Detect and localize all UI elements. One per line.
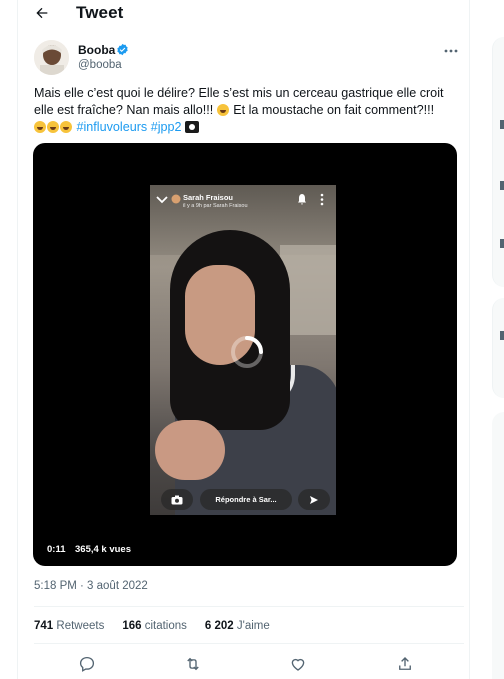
snap-subtitle: il y a 9h par Sarah Fraisou bbox=[183, 203, 248, 209]
send-icon bbox=[310, 495, 318, 504]
more-vertical-icon bbox=[320, 193, 324, 206]
retweets-stat[interactable]: 741 Retweets bbox=[34, 620, 104, 632]
snap-username: Sarah Fraisou bbox=[183, 193, 234, 202]
loading-spinner-icon bbox=[231, 336, 263, 368]
sidebar bbox=[470, 0, 504, 679]
avatar[interactable] bbox=[34, 40, 69, 75]
laughing-emoji-icon bbox=[34, 121, 46, 133]
retweet-icon[interactable] bbox=[184, 655, 202, 673]
quotes-stat[interactable]: 166 citations bbox=[122, 620, 187, 632]
pirate-flag-emoji-icon bbox=[185, 121, 200, 133]
page-title: Tweet bbox=[76, 3, 124, 22]
video-views: 365,4 k vues bbox=[75, 544, 131, 555]
snap-header: Sarah Fraisou il y a 9h par Sarah Fraiso… bbox=[150, 185, 336, 215]
video-player[interactable]: Sarah Fraisou il y a 9h par Sarah Fraiso… bbox=[33, 143, 457, 566]
tweet-actions bbox=[34, 655, 464, 675]
tweet-stats: 741 Retweets 166 citations 6 202 J'aime bbox=[34, 620, 288, 632]
tweet-text-part2: Et la moustache on fait comment?!!! bbox=[233, 103, 435, 117]
video-time: 0:11 bbox=[47, 544, 66, 555]
likes-label: J'aime bbox=[236, 620, 270, 632]
snap-reply-field: Répondre à Sar... bbox=[200, 489, 292, 510]
tweet-text: Mais elle c’est quoi le délire? Elle s’e… bbox=[34, 85, 464, 136]
laughing-emoji-icon bbox=[60, 121, 72, 133]
hashtag-link[interactable]: #jpp2 bbox=[151, 120, 182, 134]
column-border bbox=[17, 0, 18, 679]
retweets-label: Retweets bbox=[56, 620, 105, 632]
tweet-timestamp[interactable]: 5:18 PM · 3 août 2022 bbox=[34, 580, 148, 592]
back-button[interactable] bbox=[32, 3, 52, 23]
author-handle: @booba bbox=[78, 59, 122, 71]
sidebar-card bbox=[492, 37, 504, 287]
divider bbox=[34, 606, 464, 607]
camera-button bbox=[161, 489, 193, 510]
sidebar-card bbox=[492, 298, 504, 398]
likes-count: 6 202 bbox=[204, 620, 234, 632]
chevron-down-icon bbox=[156, 196, 168, 204]
tweet-header: Tweet bbox=[18, 0, 469, 27]
verified-badge-icon bbox=[117, 43, 128, 56]
likes-stat[interactable]: 6 202 J'aime bbox=[205, 620, 270, 632]
hashtag-link[interactable]: #influvoleurs bbox=[77, 120, 148, 134]
quotes-count: 166 bbox=[122, 620, 142, 632]
divider bbox=[34, 643, 464, 644]
video-frame: Sarah Fraisou il y a 9h par Sarah Fraiso… bbox=[150, 185, 336, 515]
quotes-label: citations bbox=[144, 620, 187, 632]
reply-icon[interactable] bbox=[78, 655, 96, 673]
camera-icon bbox=[171, 495, 183, 504]
send-button bbox=[298, 489, 330, 510]
arrow-left-icon bbox=[36, 7, 48, 19]
tweet-column: Tweet Booba @booba Mais elle c’est quoi … bbox=[0, 0, 470, 679]
snap-reply-bar: Répondre à Sar... bbox=[156, 488, 332, 512]
sidebar-card bbox=[492, 412, 504, 679]
laughing-emoji-icon bbox=[216, 104, 229, 116]
laughing-emoji-icon bbox=[47, 121, 59, 133]
avatar-photo-icon bbox=[34, 40, 69, 75]
share-icon[interactable] bbox=[396, 655, 414, 673]
like-icon[interactable] bbox=[289, 655, 307, 673]
snap-avatar-icon bbox=[171, 194, 181, 204]
author-name[interactable]: Booba bbox=[78, 43, 115, 57]
more-horizontal-icon bbox=[444, 49, 458, 53]
more-options-button[interactable] bbox=[440, 40, 462, 62]
retweets-count: 741 bbox=[34, 620, 54, 632]
bell-icon bbox=[298, 194, 306, 205]
